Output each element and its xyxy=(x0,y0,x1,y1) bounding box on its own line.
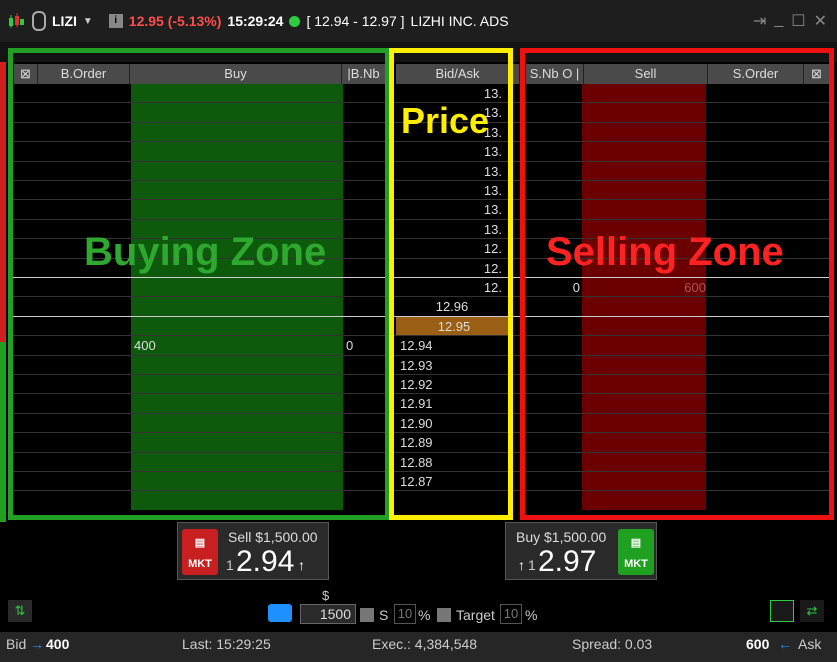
sell-amount-label: Sell $1,500.00 xyxy=(228,529,318,545)
buy-side-indicator xyxy=(0,342,6,522)
settings-grid-icon[interactable]: ⇅ xyxy=(8,600,32,622)
arrow-right-icon: → xyxy=(30,636,44,652)
info-icon[interactable]: i xyxy=(108,14,123,28)
target-checkbox[interactable] xyxy=(437,608,451,622)
selling-zone-box xyxy=(520,48,834,520)
link-chain-icon[interactable] xyxy=(32,11,46,31)
price-change: 12.95 (-5.13%) xyxy=(128,13,222,29)
stop-percent-input[interactable]: 10 xyxy=(394,604,416,624)
stop-checkbox[interactable] xyxy=(360,608,374,622)
price-range: [ 12.94 - 12.97 ] xyxy=(306,13,405,29)
ask-label: Ask xyxy=(798,636,822,652)
up-arrow-icon: ↑ xyxy=(518,557,525,573)
status-dot-icon xyxy=(289,15,301,27)
ask-size: 600 xyxy=(746,636,770,652)
exec-count: Exec.: 4,384,548 xyxy=(372,636,478,652)
symbol-selector[interactable]: LIZI xyxy=(52,13,77,29)
spread-value: Spread: 0.03 xyxy=(572,636,653,652)
window-controls: ⇥ _ ☐ ✕ xyxy=(753,11,827,31)
pin-icon[interactable]: ⇥ xyxy=(753,11,766,31)
sell-price: 2.94 xyxy=(236,545,295,578)
price-zone-label: Price xyxy=(401,100,490,141)
buying-zone-label: Buying Zone xyxy=(84,230,327,274)
order-book-icon: ▤ xyxy=(630,536,642,549)
close-icon[interactable]: ✕ xyxy=(814,11,827,31)
target-label: Target xyxy=(456,607,495,623)
order-controls: ⇅ $ 1500 S 10 % Target 10 % ⇄ xyxy=(0,588,837,628)
sell-side-indicator xyxy=(0,62,6,342)
keyboard-icon[interactable] xyxy=(268,604,292,622)
up-arrow-icon: ↑ xyxy=(298,557,305,573)
bid-size: 400 xyxy=(46,636,70,652)
buy-market-panel[interactable]: Buy $1,500.00 ↑ 1 2.97 ▤ MKT xyxy=(505,522,657,580)
ladder-toggle-icon[interactable]: ⇄ xyxy=(800,600,824,622)
stop-percent-sign: % xyxy=(418,607,431,623)
sell-market-panel[interactable]: ▤ MKT Sell $1,500.00 1 2.94 ↑ xyxy=(177,522,329,580)
chart-icon[interactable] xyxy=(770,600,794,622)
bid-label: Bid xyxy=(6,636,27,652)
minimize-icon[interactable]: _ xyxy=(774,11,783,31)
status-bar: Bid → 400 Last: 15:29:25 Exec.: 4,384,54… xyxy=(0,632,837,662)
target-percent-sign: % xyxy=(525,607,538,623)
candlestick-icon[interactable] xyxy=(6,11,26,31)
buying-zone-box xyxy=(8,48,390,520)
title-bar: LIZI ▼ i 12.95 (-5.13%) 15:29:24 [ 12.94… xyxy=(0,0,837,42)
arrow-left-icon: ← xyxy=(778,636,792,652)
chevron-down-icon[interactable]: ▼ xyxy=(83,16,93,27)
sell-mkt-button[interactable]: ▤ MKT xyxy=(182,529,218,575)
buy-amount-label: Buy $1,500.00 xyxy=(516,529,607,545)
quantity-input[interactable]: 1500 xyxy=(300,604,356,624)
buy-mkt-button[interactable]: ▤ MKT xyxy=(618,529,654,575)
stop-label: S xyxy=(379,607,389,623)
maximize-icon[interactable]: ☐ xyxy=(791,11,805,31)
company-name: LIZHI INC. ADS xyxy=(410,13,509,29)
last-time: Last: 15:29:25 xyxy=(182,636,271,652)
buy-price-prefix: 1 xyxy=(528,557,536,573)
target-percent-input[interactable]: 10 xyxy=(500,604,522,624)
clock-time: 15:29:24 xyxy=(227,13,284,29)
sell-price-prefix: 1 xyxy=(226,557,234,573)
selling-zone-label: Selling Zone xyxy=(546,230,784,274)
buy-price: 2.97 xyxy=(538,545,597,578)
currency-label: $ xyxy=(322,588,330,603)
order-book-icon: ▤ xyxy=(194,536,206,549)
